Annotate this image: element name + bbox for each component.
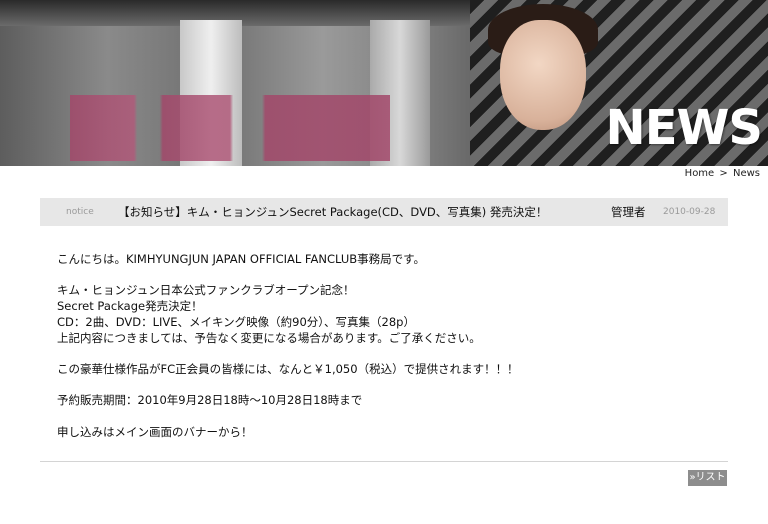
content-divider [40, 461, 728, 462]
body-line: 上記内容につきましては、予告なく変更になる場合があります。ご了承ください。 [57, 330, 481, 345]
post-body: こんにちは。KIMHYUNGJUN JAPAN OFFICIAL FANCLUB… [57, 252, 717, 440]
banner-person-face [500, 20, 586, 130]
body-line: Secret Package発売決定！ [57, 299, 203, 314]
post-author: 管理者 [611, 205, 646, 219]
body-line: こんにちは。KIMHYUNGJUN JAPAN OFFICIAL FANCLUB… [57, 252, 425, 266]
breadcrumb-current[interactable]: News [733, 168, 760, 179]
breadcrumb-home-link[interactable]: Home [685, 168, 715, 179]
breadcrumb: Home > News [683, 168, 760, 179]
list-button[interactable]: »リスト [688, 470, 727, 486]
header-banner: NEWS [0, 0, 768, 166]
body-line: CD：2曲、DVD：LIVE、メイキング映像（約90分）、写真集（28p） [57, 314, 415, 329]
body-line: この豪華仕様作品がFC正会員の皆様には、なんと￥1,050（税込）で提供されます… [57, 361, 519, 376]
body-line: 申し込みはメイン画面のバナーから！ [57, 424, 253, 439]
banner-graffiti [70, 95, 390, 161]
post-header: notice 【お知らせ】キム・ヒョンジュンSecret Package(CD、… [40, 198, 728, 226]
banner-heading: NEWS [605, 100, 763, 156]
post-date: 2010-09-28 [663, 207, 716, 217]
body-line: 予約販売期間：2010年9月28日18時～10月28日18時まで [57, 393, 363, 408]
breadcrumb-separator: > [719, 168, 728, 179]
post-title: 【お知らせ】キム・ヒョンジュンSecret Package(CD、DVD、写真集… [118, 205, 548, 219]
post-category: notice [66, 207, 94, 217]
body-line: キム・ヒョンジュン日本公式ファンクラブオープン記念！ [57, 283, 355, 298]
